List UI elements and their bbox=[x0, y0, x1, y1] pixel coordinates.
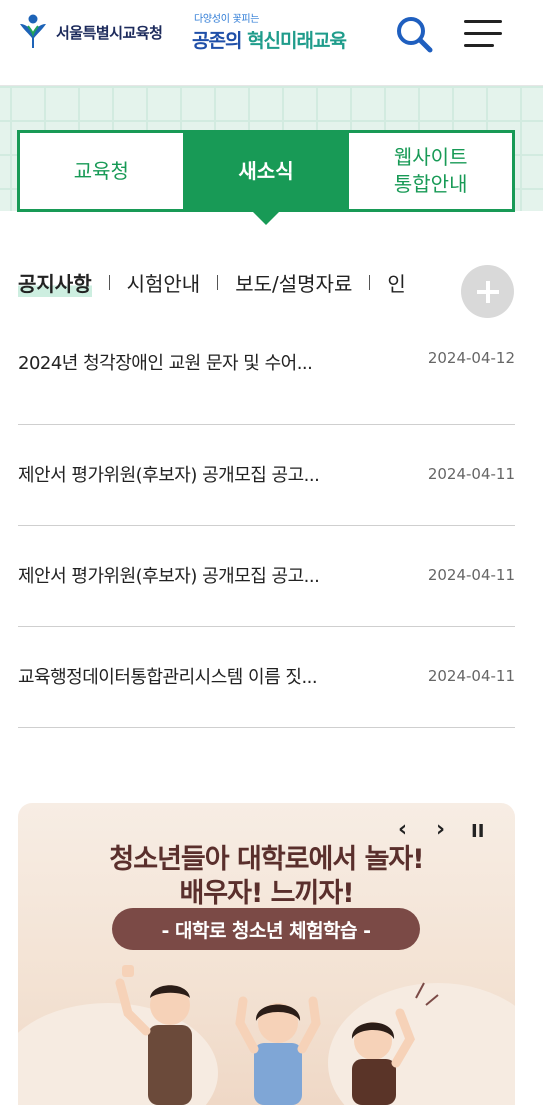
more-plus-icon[interactable] bbox=[461, 265, 514, 318]
divider bbox=[369, 274, 371, 290]
news-date: 2024-04-11 bbox=[427, 566, 515, 584]
banner-headline-2: 배우자! 느끼자! bbox=[179, 878, 354, 909]
slogan-main-part2: 혁신미래교육 bbox=[247, 30, 347, 52]
list-item[interactable]: 교육행정데이터통합관리시스템 이름 짓... 2024-04-11 bbox=[18, 627, 515, 728]
logo-mark-icon bbox=[20, 14, 46, 48]
news-date: 2024-04-11 bbox=[427, 667, 515, 685]
tab-label: 새소식 bbox=[238, 158, 294, 183]
students-illustration bbox=[18, 965, 515, 1105]
news-category-nav: 공지사항 시험안내 보도/설명자료 인 bbox=[18, 262, 443, 302]
slogan[interactable]: 다양성이 꽃피는 공존의 혁신미래교육 bbox=[192, 10, 368, 53]
news-date: 2024-04-12 bbox=[427, 349, 515, 367]
list-item[interactable]: 2024년 청각장애인 교원 문자 및 수어... 2024-04-12 bbox=[18, 325, 515, 425]
tab-website-guide[interactable]: 웹사이트 통합안내 bbox=[347, 133, 512, 209]
news-title: 교육행정데이터통합관리시스템 이름 짓... bbox=[18, 667, 318, 688]
slogan-main-part1: 공존의 bbox=[192, 30, 248, 52]
news-title: 제안서 평가위원(후보자) 공개모집 공고... bbox=[18, 465, 320, 486]
news-list: 2024년 청각장애인 교원 문자 및 수어... 2024-04-12 제안서… bbox=[18, 325, 515, 728]
org-name: 서울특별시교육청 bbox=[56, 23, 163, 42]
category-exam[interactable]: 시험안내 bbox=[127, 268, 201, 297]
slogan-main-text: 공존의 혁신미래교육 bbox=[192, 26, 368, 53]
menu-line bbox=[464, 44, 494, 47]
hamburger-menu-icon[interactable] bbox=[462, 16, 504, 52]
divider bbox=[108, 274, 110, 290]
category-press[interactable]: 보도/설명자료 bbox=[235, 268, 352, 297]
tab-label: 웹사이트 통합안내 bbox=[393, 145, 468, 196]
tab-label: 교육청 bbox=[73, 158, 129, 183]
site-header: 서울특별시교육청 다양성이 꽃피는 공존의 혁신미래교육 bbox=[0, 0, 543, 86]
search-icon bbox=[397, 17, 433, 53]
menu-line bbox=[464, 20, 502, 23]
news-date: 2024-04-11 bbox=[427, 465, 515, 483]
main-tabs: 교육청 새소식 웹사이트 통합안내 bbox=[17, 130, 515, 225]
search-button[interactable] bbox=[393, 13, 435, 55]
news-title: 제안서 평가위원(후보자) 공개모집 공고... bbox=[18, 566, 320, 587]
category-notice[interactable]: 공지사항 bbox=[18, 267, 92, 297]
promo-banner[interactable]: ‹ › II 청소년들아 대학로에서 놀자! 배우자! 느끼자! - 대학로 청… bbox=[18, 803, 515, 1105]
list-item[interactable]: 제안서 평가위원(후보자) 공개모집 공고... 2024-04-11 bbox=[18, 526, 515, 627]
tab-news[interactable]: 새소식 bbox=[182, 133, 348, 225]
slogan-small-text: 다양성이 꽃피는 bbox=[194, 14, 260, 25]
category-more[interactable]: 인 bbox=[387, 268, 405, 297]
list-item[interactable]: 제안서 평가위원(후보자) 공개모집 공고... 2024-04-11 bbox=[18, 425, 515, 526]
divider bbox=[217, 274, 219, 290]
tab-office[interactable]: 교육청 bbox=[20, 133, 183, 209]
menu-line bbox=[464, 32, 502, 35]
org-logo[interactable]: 서울특별시교육청 bbox=[18, 14, 163, 50]
news-title: 2024년 청각장애인 교원 문자 및 수어... bbox=[18, 353, 313, 374]
